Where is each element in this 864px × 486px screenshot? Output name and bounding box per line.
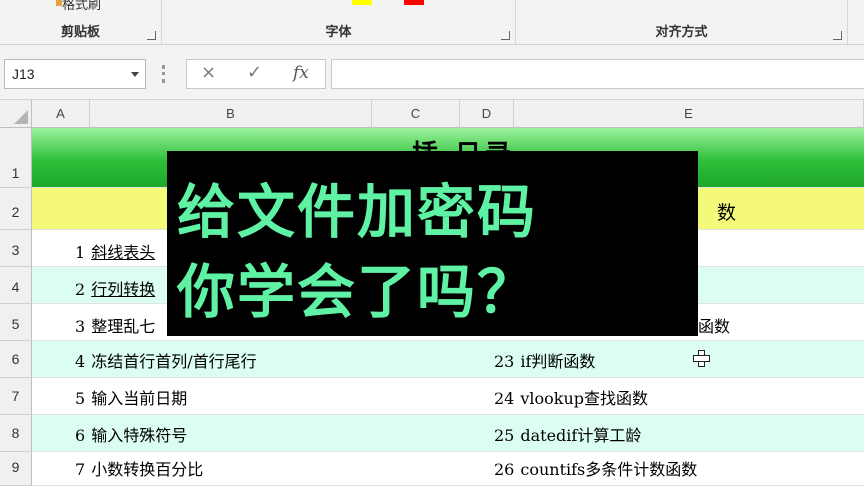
- ribbon-group-alignment: 对齐方式: [516, 0, 848, 45]
- table-row[interactable]: 4 冻结首行首列/首行尾行 23 if判断函数: [32, 341, 864, 378]
- insert-function-icon[interactable]: fx: [293, 63, 309, 83]
- row-header-9[interactable]: 9: [0, 452, 32, 486]
- ribbon-group-label: 字体: [325, 25, 352, 40]
- column-header-a[interactable]: A: [32, 100, 90, 128]
- formula-buttons: × ✓ fx: [186, 59, 326, 89]
- chevron-down-icon[interactable]: [131, 72, 139, 77]
- list-item[interactable]: 6 输入特殊符号: [75, 422, 187, 446]
- table-row[interactable]: 5 输入当前日期 24 vlookup查找函数: [32, 378, 864, 415]
- name-box[interactable]: J13: [4, 59, 146, 89]
- resize-handle[interactable]: [162, 65, 165, 83]
- subheader-text: 数: [717, 202, 737, 224]
- list-item[interactable]: 函数: [698, 313, 730, 337]
- ribbon: 格式刷 剪贴板 字体 对齐方式: [0, 0, 864, 45]
- enter-icon[interactable]: ✓: [247, 62, 262, 83]
- row-header-2[interactable]: 2: [0, 188, 32, 230]
- ribbon-group-font: 字体: [162, 0, 516, 45]
- formula-input[interactable]: [331, 59, 864, 89]
- list-item[interactable]: 5 输入当前日期: [75, 385, 187, 409]
- cell-cursor-icon: [693, 350, 710, 367]
- table-row[interactable]: 7 小数转换百分比 26 countifs多条件计数函数: [32, 452, 864, 486]
- banner-line-2: 你学会了吗？: [177, 258, 538, 326]
- list-item[interactable]: 2 行列转换: [75, 276, 155, 300]
- select-all-corner[interactable]: [0, 100, 32, 128]
- row-header-4[interactable]: 4: [0, 267, 32, 304]
- name-box-value: J13: [12, 66, 35, 82]
- dialog-launcher-icon[interactable]: [501, 31, 510, 40]
- dialog-launcher-icon[interactable]: [833, 31, 842, 40]
- table-row[interactable]: 6 输入特殊符号 25 datedif计算工龄: [32, 415, 864, 452]
- formula-bar: J13 × ✓ fx: [0, 45, 864, 100]
- row-header-1[interactable]: 1: [0, 128, 32, 188]
- cancel-icon[interactable]: ×: [201, 62, 216, 83]
- banner-line-1: 给文件加密码: [177, 178, 538, 246]
- font-color-swatch[interactable]: [404, 0, 424, 5]
- list-item[interactable]: 23 if判断函数: [494, 348, 595, 372]
- column-header-b[interactable]: B: [90, 100, 372, 128]
- format-painter-button[interactable]: 格式刷: [62, 0, 101, 13]
- column-header-d[interactable]: D: [460, 100, 514, 128]
- ribbon-group-label: 对齐方式: [655, 25, 708, 40]
- row-header-5[interactable]: 5: [0, 304, 32, 341]
- select-all-icon: [14, 110, 28, 124]
- row-header-3[interactable]: 3: [0, 230, 32, 267]
- ribbon-group-clipboard: 格式刷 剪贴板: [0, 0, 162, 45]
- overlay-banner: 给文件加密码 你学会了吗？: [167, 151, 698, 336]
- ribbon-group-label: 剪贴板: [60, 25, 100, 40]
- list-item[interactable]: 25 datedif计算工龄: [494, 422, 641, 446]
- list-item[interactable]: 24 vlookup查找函数: [494, 385, 648, 409]
- list-item[interactable]: 26 countifs多条件计数函数: [494, 456, 697, 480]
- list-item[interactable]: 4 冻结首行首列/首行尾行: [75, 348, 257, 372]
- column-header-e[interactable]: E: [514, 100, 864, 128]
- row-header-7[interactable]: 7: [0, 378, 32, 415]
- highlight-color-swatch[interactable]: [352, 0, 372, 5]
- row-header-6[interactable]: 6: [0, 341, 32, 378]
- list-item[interactable]: 1 斜线表头: [75, 239, 155, 263]
- dialog-launcher-icon[interactable]: [147, 31, 156, 40]
- list-item[interactable]: 3 整理乱七: [75, 313, 155, 337]
- column-header-c[interactable]: C: [372, 100, 460, 128]
- row-header-8[interactable]: 8: [0, 415, 32, 452]
- list-item[interactable]: 7 小数转换百分比: [75, 456, 203, 480]
